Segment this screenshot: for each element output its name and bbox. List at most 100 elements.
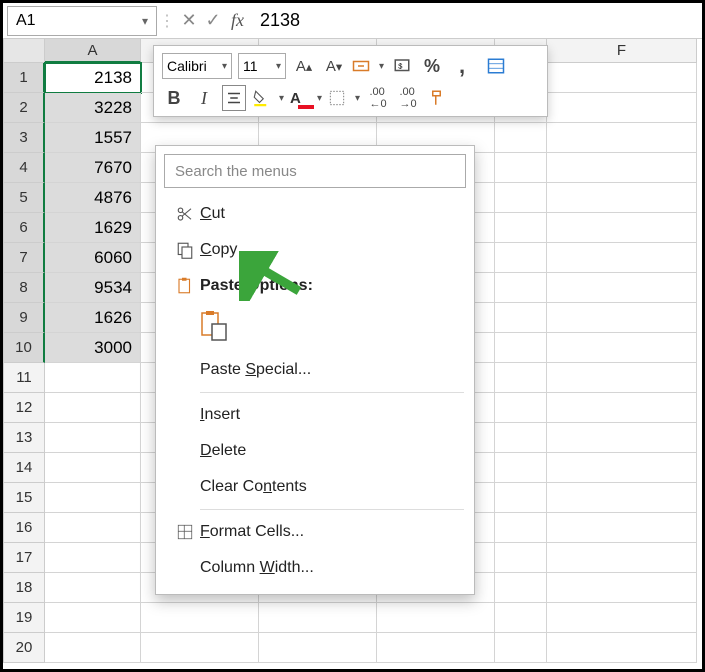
name-box[interactable]: A1 ▾: [7, 6, 157, 36]
cell-A3[interactable]: 1557: [45, 123, 141, 153]
menu-item-format-cells[interactable]: Format Cells...: [156, 514, 474, 550]
menu-item-column-width[interactable]: Column Width...: [156, 550, 474, 586]
cell-A5[interactable]: 4876: [45, 183, 141, 213]
font-color-icon[interactable]: A▾: [290, 85, 322, 111]
cell-E6[interactable]: [495, 213, 547, 243]
row-header-16[interactable]: 16: [3, 513, 45, 543]
percent-icon[interactable]: %: [420, 53, 444, 79]
row-header-7[interactable]: 7: [3, 243, 45, 273]
cell-F11[interactable]: [547, 363, 697, 393]
menu-item-delete[interactable]: Delete: [156, 433, 474, 469]
paste-default-icon[interactable]: [200, 310, 228, 347]
cell-F9[interactable]: [547, 303, 697, 333]
cell-E16[interactable]: [495, 513, 547, 543]
decrease-font-icon[interactable]: A▾: [322, 53, 346, 79]
cell-A14[interactable]: [45, 453, 141, 483]
cell-E7[interactable]: [495, 243, 547, 273]
cell-F20[interactable]: [547, 633, 697, 663]
decrease-decimal-icon[interactable]: .00→0: [396, 85, 420, 111]
cell-A11[interactable]: [45, 363, 141, 393]
cell-F15[interactable]: [547, 483, 697, 513]
comma-style-icon[interactable]: ,: [450, 53, 474, 79]
align-center-icon[interactable]: [222, 85, 246, 111]
cell-E3[interactable]: [495, 123, 547, 153]
font-size-selector[interactable]: 11▾: [238, 53, 286, 79]
row-header-14[interactable]: 14: [3, 453, 45, 483]
cell-A18[interactable]: [45, 573, 141, 603]
row-header-2[interactable]: 2: [3, 93, 45, 123]
cell-A13[interactable]: [45, 423, 141, 453]
cell-F14[interactable]: [547, 453, 697, 483]
cell-F19[interactable]: [547, 603, 697, 633]
row-header-1[interactable]: 1: [3, 63, 45, 93]
cell-A17[interactable]: [45, 543, 141, 573]
row-header-9[interactable]: 9: [3, 303, 45, 333]
column-header-F[interactable]: F: [547, 39, 697, 63]
cell-F13[interactable]: [547, 423, 697, 453]
increase-font-icon[interactable]: A▴: [292, 53, 316, 79]
formula-bar-value[interactable]: 2138: [250, 10, 300, 31]
cell-A1[interactable]: 2138: [45, 63, 141, 93]
cell-A10[interactable]: 3000: [45, 333, 141, 363]
borders-icon[interactable]: ▾: [328, 85, 360, 111]
cell-E8[interactable]: [495, 273, 547, 303]
cell-F17[interactable]: [547, 543, 697, 573]
fx-icon[interactable]: fx: [231, 10, 244, 31]
chevron-down-icon[interactable]: ▾: [142, 14, 148, 28]
cell-D20[interactable]: [377, 633, 495, 663]
cell-E5[interactable]: [495, 183, 547, 213]
row-header-13[interactable]: 13: [3, 423, 45, 453]
cell-E10[interactable]: [495, 333, 547, 363]
row-header-3[interactable]: 3: [3, 123, 45, 153]
format-painter-icon[interactable]: [426, 85, 450, 111]
row-header-15[interactable]: 15: [3, 483, 45, 513]
cell-C20[interactable]: [259, 633, 377, 663]
merge-cells-icon[interactable]: ▾: [352, 53, 384, 79]
currency-icon[interactable]: $: [390, 53, 414, 79]
row-header-4[interactable]: 4: [3, 153, 45, 183]
cell-F7[interactable]: [547, 243, 697, 273]
select-all-corner[interactable]: [3, 39, 45, 63]
cell-F1[interactable]: [547, 63, 697, 93]
font-selector[interactable]: Calibri▾: [162, 53, 232, 79]
conditional-format-icon[interactable]: [480, 53, 512, 79]
menu-search-input[interactable]: Search the menus: [164, 154, 466, 188]
menu-item-clear-contents[interactable]: Clear Contents: [156, 469, 474, 505]
bold-button[interactable]: B: [162, 85, 186, 111]
cell-F3[interactable]: [547, 123, 697, 153]
cell-A20[interactable]: [45, 633, 141, 663]
cell-E14[interactable]: [495, 453, 547, 483]
cell-E4[interactable]: [495, 153, 547, 183]
cell-F18[interactable]: [547, 573, 697, 603]
cell-B19[interactable]: [141, 603, 259, 633]
cell-F5[interactable]: [547, 183, 697, 213]
cell-E20[interactable]: [495, 633, 547, 663]
row-header-20[interactable]: 20: [3, 633, 45, 663]
row-header-11[interactable]: 11: [3, 363, 45, 393]
cell-A19[interactable]: [45, 603, 141, 633]
row-header-10[interactable]: 10: [3, 333, 45, 363]
cell-E15[interactable]: [495, 483, 547, 513]
cell-E19[interactable]: [495, 603, 547, 633]
cell-A8[interactable]: 9534: [45, 273, 141, 303]
cell-A16[interactable]: [45, 513, 141, 543]
increase-decimal-icon[interactable]: .00←0: [366, 85, 390, 111]
cell-E13[interactable]: [495, 423, 547, 453]
cell-E17[interactable]: [495, 543, 547, 573]
cell-F12[interactable]: [547, 393, 697, 423]
cell-A6[interactable]: 1629: [45, 213, 141, 243]
cell-A2[interactable]: 3228: [45, 93, 141, 123]
cell-F8[interactable]: [547, 273, 697, 303]
cell-C19[interactable]: [259, 603, 377, 633]
row-header-17[interactable]: 17: [3, 543, 45, 573]
row-header-6[interactable]: 6: [3, 213, 45, 243]
cell-B20[interactable]: [141, 633, 259, 663]
cancel-formula-icon[interactable]: ✕: [177, 10, 201, 31]
cell-E18[interactable]: [495, 573, 547, 603]
cell-D19[interactable]: [377, 603, 495, 633]
row-header-5[interactable]: 5: [3, 183, 45, 213]
cell-E12[interactable]: [495, 393, 547, 423]
cell-F4[interactable]: [547, 153, 697, 183]
column-header-A[interactable]: A: [45, 39, 141, 63]
italic-button[interactable]: I: [192, 85, 216, 111]
